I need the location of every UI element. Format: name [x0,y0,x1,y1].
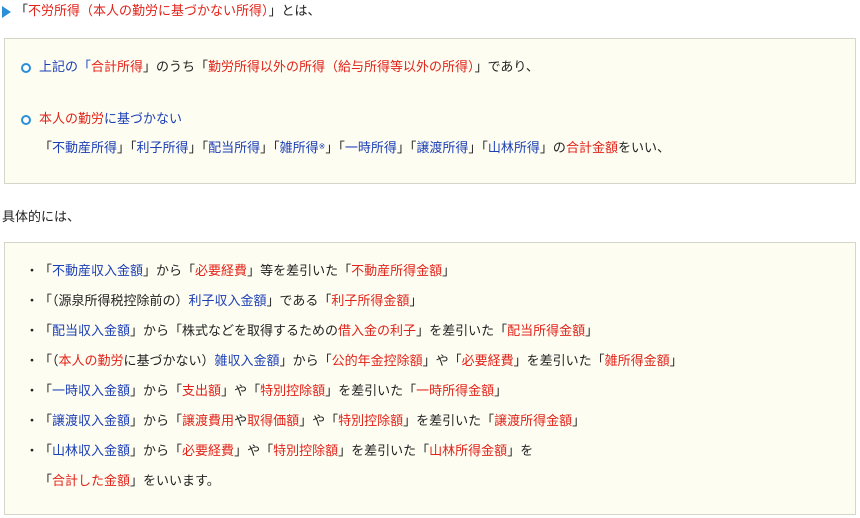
list-item-continuation: 「合計した金額」をいいます。 [39,474,220,489]
list-item: ・「（源泉所得税控除前の）利子収入金額」である「利子所得金額」 [25,294,423,309]
list-item: ・「不動産収入金額」から「必要経費」等を差引いた「不動産所得金額」 [25,264,456,279]
definition-box: 上記の「合計所得」のうち「勤労所得以外の所得（給与所得等以外の所得）」であり、 … [4,38,856,184]
list-item: ・「譲渡収入金額」から「譲渡費用や取得価額」や「特別控除額」を差引いた「譲渡所得… [25,414,586,429]
footnote-mark: ※ [318,142,326,151]
definition-item-1: 上記の「合計所得」のうち「勤労所得以外の所得（給与所得等以外の所得）」であり、 [39,60,539,75]
list-item: ・「（本人の勤労に基づかない）雑収入金額」から「公的年金控除額」や「必要経費」を… [25,354,683,369]
circle-bullet-icon [21,115,31,125]
section-heading: 「不労所得（本人の勤労に基づかない所得）」とは、 [2,3,321,21]
list-item: ・「配当収入金額」から「株式などを取得するための借入金の利子」を差引いた「配当所… [25,324,599,339]
triangle-right-icon [2,5,11,18]
detail-box: ・「不動産収入金額」から「必要経費」等を差引いた「不動産所得金額」 ・「（源泉所… [4,242,856,515]
heading-term: 不労所得（本人の勤労に基づかない所得） [28,4,269,19]
concretely-label: 具体的には、 [2,210,81,225]
definition-item-2-line-2: 「不動産所得」「利子所得」「配当所得」「雑所得※」「一時所得」「譲渡所得」「山林… [39,141,670,156]
definition-item-2-line-1: 本人の勤労に基づかない [39,112,183,127]
circle-bullet-icon [21,63,31,73]
list-item: ・「山林収入金額」から「必要経費」や「特別控除額」を差引いた「山林所得金額」を [25,444,534,459]
list-item: ・「一時収入金額」から「支出額」や「特別控除額」を差引いた「一時所得金額」 [25,384,508,399]
